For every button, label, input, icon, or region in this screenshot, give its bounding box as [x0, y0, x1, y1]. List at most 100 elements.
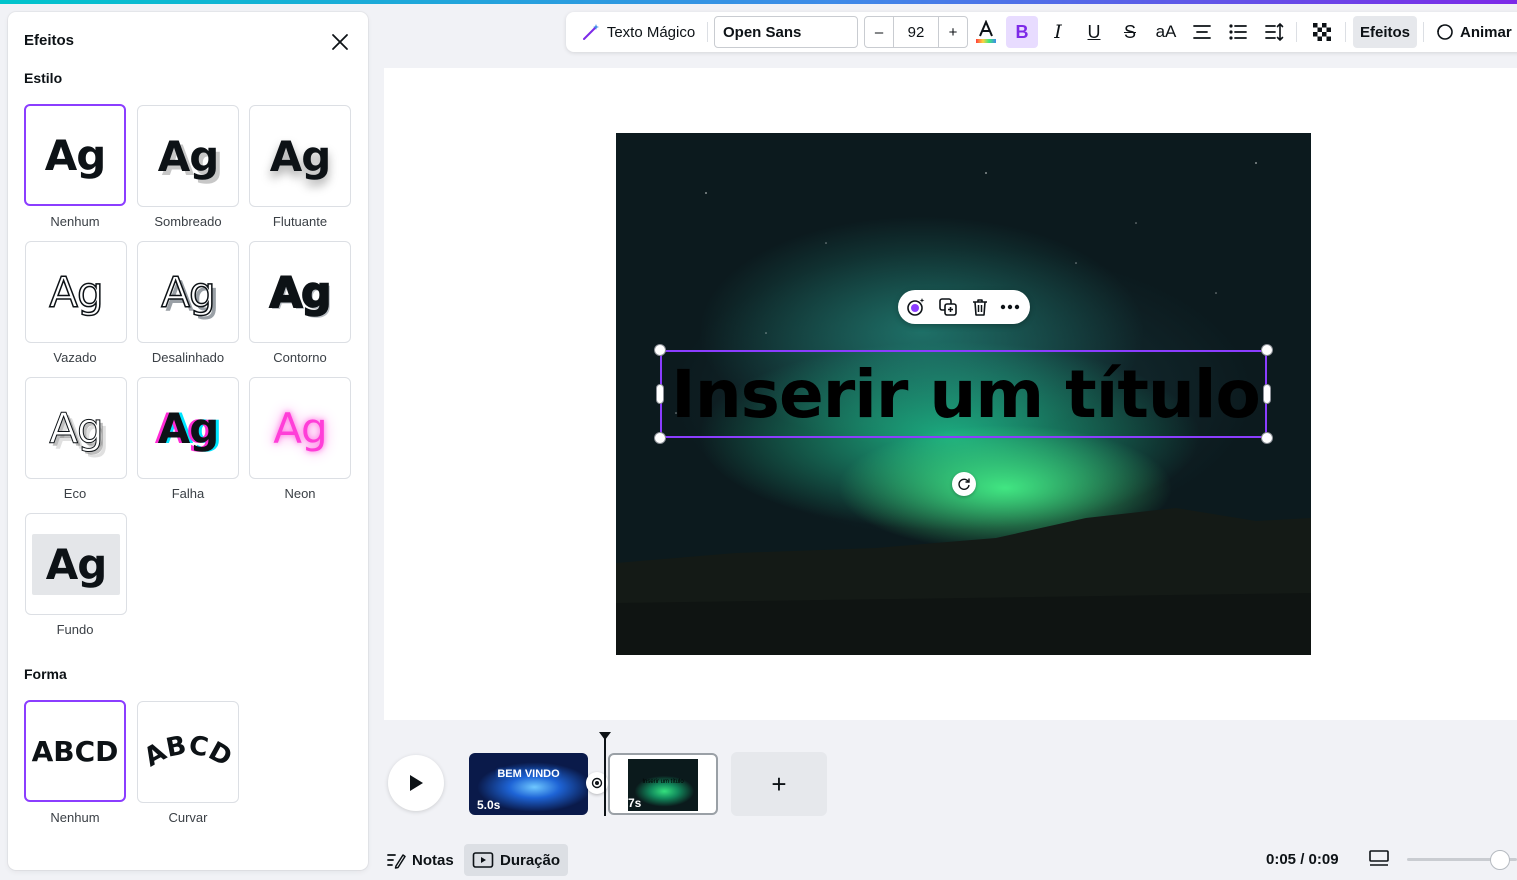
style-sample: Ag: [157, 403, 220, 453]
style-sample: Ag: [157, 131, 220, 181]
line-spacing-icon: [1265, 22, 1284, 42]
style-echo-tile[interactable]: Ag: [25, 377, 127, 479]
toolbar-divider: [1345, 22, 1346, 42]
shape-none-tile[interactable]: ABCD: [24, 700, 126, 802]
style-splice-label: Desalinhado: [151, 350, 225, 365]
rotate-icon: [958, 478, 970, 490]
spacing-button[interactable]: [1258, 16, 1290, 48]
style-sample: Ag: [273, 403, 327, 453]
style-background-tile[interactable]: Ag: [25, 513, 127, 615]
timeline-clip-selected[interactable]: Inserir um título 4.7s: [608, 753, 718, 815]
plus-icon: +: [771, 768, 787, 799]
timeline-clip[interactable]: BEM VINDO 5.0s: [469, 753, 588, 815]
notes-icon: [387, 854, 406, 869]
list-button[interactable]: [1222, 16, 1254, 48]
add-page-button[interactable]: +: [731, 752, 827, 816]
text-color-button[interactable]: [972, 16, 1000, 48]
clip-thumbnail-text: Inserir um título: [642, 779, 684, 785]
style-sample: Ag: [49, 403, 104, 453]
style-outline-tile[interactable]: Ag: [249, 241, 351, 343]
style-glitch-label: Falha: [171, 486, 205, 501]
toolbar-divider: [707, 22, 708, 42]
resize-handle-bottom-right[interactable]: [1261, 432, 1273, 444]
font-select[interactable]: Open Sans: [714, 16, 858, 48]
play-button[interactable]: [388, 755, 444, 811]
style-neon-tile[interactable]: Ag: [249, 377, 351, 479]
duration-icon: [472, 852, 494, 868]
playhead-marker-icon[interactable]: [598, 731, 612, 741]
animate-button[interactable]: Animar: [1434, 16, 1517, 48]
duration-button[interactable]: Duração: [464, 844, 569, 876]
bullet-list-icon: [1229, 24, 1247, 40]
duplicate-button[interactable]: [936, 295, 960, 319]
close-icon: [332, 34, 348, 50]
style-none-tile[interactable]: Ag: [24, 104, 126, 206]
panel-title: Efeitos: [24, 32, 75, 49]
effects-button[interactable]: Efeitos: [1353, 16, 1417, 48]
magic-text-button[interactable]: Texto Mágico: [572, 16, 704, 48]
strikethrough-button[interactable]: S: [1114, 16, 1146, 48]
notes-button[interactable]: Notas: [378, 844, 462, 876]
clip-duration: 5.0s: [477, 798, 501, 812]
grid-view-icon[interactable]: [1369, 850, 1389, 868]
style-sample: Ag: [161, 267, 217, 318]
style-shadow-tile[interactable]: Ag: [137, 105, 239, 207]
shape-none-label: Nenhum: [50, 810, 100, 825]
transparency-button[interactable]: [1306, 16, 1338, 48]
zoom-slider-thumb[interactable]: [1490, 850, 1510, 870]
resize-handle-top-left[interactable]: [654, 344, 666, 356]
style-sample: Ag: [49, 267, 105, 318]
style-splice-tile[interactable]: Ag: [137, 241, 239, 343]
transition-icon: [591, 777, 603, 789]
animate-icon: [1437, 24, 1453, 40]
style-outline-label: Contorno: [273, 350, 327, 365]
rotate-handle[interactable]: [952, 472, 976, 496]
style-shadow-label: Sombreado: [154, 214, 222, 229]
magic-edit-button[interactable]: [904, 295, 928, 319]
toolbar-divider: [1296, 22, 1297, 42]
resize-handle-top-right[interactable]: [1261, 344, 1273, 356]
curved-text-sample: ABCD: [140, 730, 236, 773]
shape-curve-label: Curvar: [168, 810, 208, 825]
magic-comment-icon: [907, 298, 925, 316]
magic-wand-icon: [582, 24, 599, 40]
playhead[interactable]: [604, 736, 606, 816]
more-options-button[interactable]: [998, 295, 1022, 319]
bold-button[interactable]: B: [1006, 16, 1038, 48]
clip-duration: 4.7s: [618, 796, 642, 810]
align-button[interactable]: [1186, 16, 1218, 48]
letter-case-button[interactable]: aA: [1150, 16, 1182, 48]
font-size-increase-button[interactable]: +: [939, 17, 967, 47]
style-none-label: Nenhum: [50, 214, 100, 229]
style-float-tile[interactable]: Ag: [249, 105, 351, 207]
style-sample: Ag: [269, 267, 333, 318]
font-size-decrease-button[interactable]: –: [865, 17, 893, 47]
style-sample: Ag: [269, 131, 332, 181]
notes-label: Notas: [412, 851, 454, 869]
shape-curve-tile[interactable]: ABCD: [137, 701, 239, 803]
duplicate-icon: [939, 298, 957, 316]
style-echo-label: Eco: [63, 486, 87, 501]
style-sample: Ag: [44, 130, 107, 180]
style-background-label: Fundo: [56, 622, 94, 637]
resize-handle-left[interactable]: [656, 384, 664, 404]
slide-title-text[interactable]: Inserir um título: [662, 352, 1269, 438]
text-toolbar: Texto Mágico Open Sans – 92 + B I U S aA…: [566, 12, 1517, 52]
selected-text-box[interactable]: Inserir um título: [660, 350, 1267, 438]
delete-button[interactable]: [968, 295, 992, 319]
style-glitch-tile[interactable]: Ag: [137, 377, 239, 479]
animate-label: Animar: [1460, 23, 1512, 41]
trash-icon: [973, 299, 987, 316]
resize-handle-bottom-left[interactable]: [654, 432, 666, 444]
style-hollow-label: Vazado: [53, 350, 97, 365]
underline-button[interactable]: U: [1078, 16, 1110, 48]
font-size-input[interactable]: 92: [893, 17, 939, 47]
font-size-stepper: – 92 +: [864, 16, 968, 48]
magic-text-label: Texto Mágico: [606, 23, 696, 41]
svg-text:ABCD: ABCD: [140, 730, 236, 773]
close-button[interactable]: [326, 28, 354, 56]
resize-handle-right[interactable]: [1263, 384, 1271, 404]
style-hollow-tile[interactable]: Ag: [25, 241, 127, 343]
italic-button[interactable]: I: [1042, 16, 1074, 48]
play-icon: [410, 775, 423, 791]
